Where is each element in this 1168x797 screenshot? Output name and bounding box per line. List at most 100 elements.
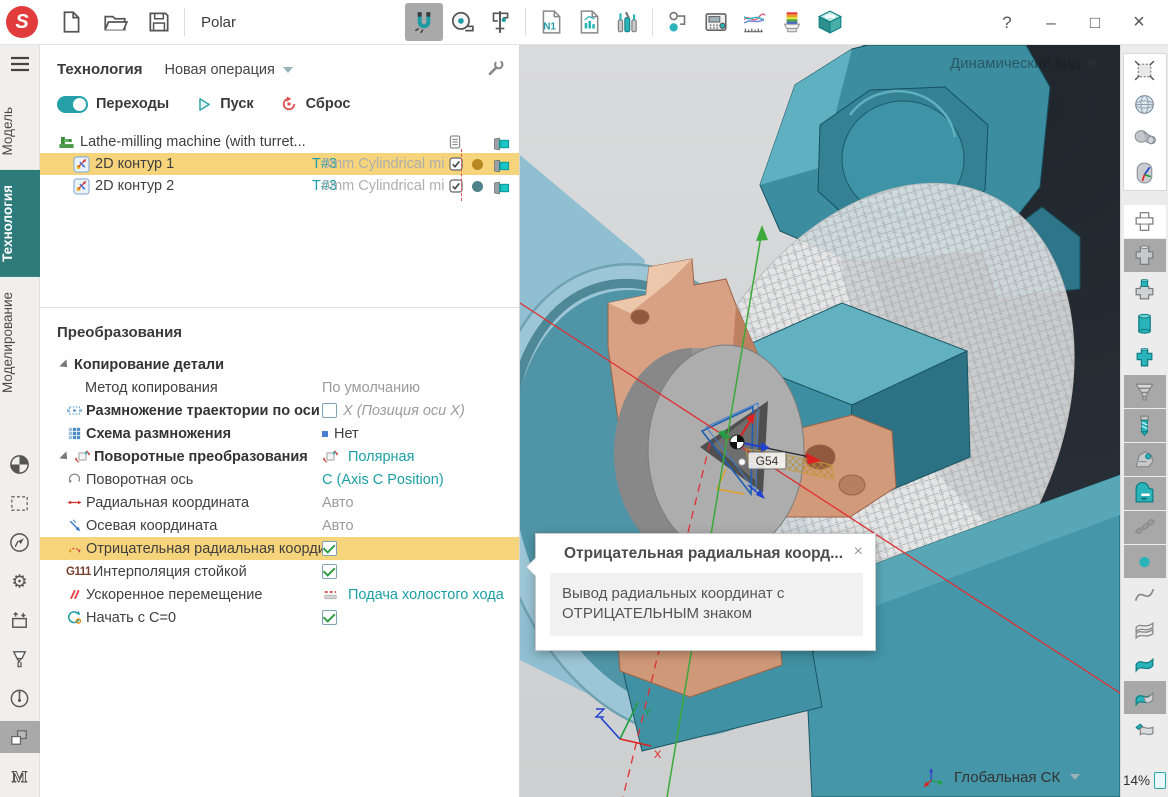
rotary-transform-icon: [322, 448, 339, 465]
param-row[interactable]: Отрицательная радиальная координ: [40, 537, 519, 560]
layers-stack-icon[interactable]: [773, 3, 811, 41]
new-operation-dropdown[interactable]: Новая операция: [164, 62, 292, 78]
magnet-snap-icon[interactable]: [405, 3, 443, 41]
open-folder-icon[interactable]: [96, 3, 134, 41]
operation-name: 2D контур 2: [95, 178, 174, 194]
fixture-icon[interactable]: [1124, 375, 1166, 408]
tree-row-operation[interactable]: 2D контур 1 T#3 6mm Cylindrical mill: [40, 153, 519, 175]
fit-view-icon[interactable]: [1124, 54, 1166, 87]
param-value[interactable]: Полярная: [348, 449, 414, 465]
machine-icon: [57, 133, 76, 151]
caliper-icon[interactable]: [481, 3, 519, 41]
curve-display-icon[interactable]: [1124, 579, 1166, 612]
view-part-icon[interactable]: [1124, 122, 1166, 155]
measure-tape-icon[interactable]: [443, 3, 481, 41]
minimize-button[interactable]: –: [1036, 8, 1066, 38]
machine-node-icon[interactable]: [659, 3, 697, 41]
view-sphere-icon[interactable]: [1124, 88, 1166, 121]
viewport-3d[interactable]: G54 Y X Динамический вид Отрицательная р…: [520, 45, 1120, 797]
sidebar-tab-technology[interactable]: Технология: [0, 170, 40, 277]
surface-shaded-icon[interactable]: [1124, 681, 1166, 714]
close-button[interactable]: ×: [1124, 8, 1154, 38]
graph-curves-icon[interactable]: [735, 3, 773, 41]
param-value[interactable]: Авто: [322, 518, 354, 534]
flag-display-icon[interactable]: [1124, 715, 1166, 748]
selection-frame-icon[interactable]: [0, 487, 40, 519]
gauge-dial-icon[interactable]: [0, 682, 40, 714]
param-label: Метод копирования: [85, 380, 218, 396]
run-button[interactable]: Пуск: [195, 96, 253, 113]
tool-display-icon[interactable]: [1124, 409, 1166, 442]
svg-text:M: M: [12, 767, 27, 786]
param-row[interactable]: Ускоренное перемещение Подача холостого х…: [40, 583, 519, 606]
tree-row-machine[interactable]: Lathe-milling machine (with turret...: [40, 131, 519, 153]
param-row[interactable]: Начать с C=0: [40, 606, 519, 629]
tooltip-body: Вывод радиальных координат с ОТРИЦАТЕЛЬН…: [550, 573, 863, 636]
array-by-axis-icon: [66, 402, 83, 419]
surface-wire-icon[interactable]: [1124, 613, 1166, 646]
stock-wireframe-icon[interactable]: [1124, 205, 1166, 238]
help-button[interactable]: ?: [992, 8, 1022, 38]
part-solid-icon[interactable]: [1124, 341, 1166, 374]
param-checkbox[interactable]: [322, 610, 337, 625]
status-dot: [472, 181, 483, 192]
settings-gear-icon[interactable]: ⚙: [0, 565, 40, 597]
transforms-squares-icon[interactable]: [0, 721, 40, 753]
transitions-toggle[interactable]: Переходы: [57, 96, 169, 113]
chevron-expanded-icon[interactable]: [59, 359, 70, 370]
point-display-icon[interactable]: [1124, 545, 1166, 578]
param-row[interactable]: G111Интерполяция стойкой: [40, 560, 519, 583]
machine-head-icon[interactable]: [1124, 443, 1166, 476]
tooltip-close-icon[interactable]: ×: [852, 545, 865, 559]
settings-wrench-icon[interactable]: [485, 58, 505, 81]
param-checkbox[interactable]: [322, 564, 337, 579]
stock-box-icon[interactable]: [0, 604, 40, 636]
part-stock-icon[interactable]: [1124, 273, 1166, 306]
param-value[interactable]: C (Axis C Position): [322, 472, 444, 488]
param-row[interactable]: Копирование детали: [40, 353, 519, 376]
param-value[interactable]: По умолчанию: [322, 380, 420, 396]
control-panel-icon[interactable]: [697, 3, 735, 41]
new-document-icon[interactable]: [52, 3, 90, 41]
chevron-expanded-icon[interactable]: [59, 451, 70, 462]
param-row[interactable]: Размножение траектории по осиX (Позиция …: [40, 399, 519, 422]
reset-button[interactable]: Сброс: [280, 95, 351, 113]
sidebar-tab-simulation[interactable]: Моделирование: [0, 277, 40, 408]
view-mode-dropdown[interactable]: Динамический вид: [950, 55, 1098, 72]
maximize-button[interactable]: □: [1080, 8, 1110, 38]
stock-cylinder-icon[interactable]: [1124, 307, 1166, 340]
toolpath-hatch-icon[interactable]: [1124, 511, 1166, 544]
compass-icon[interactable]: [0, 526, 40, 558]
param-value[interactable]: Нет: [334, 426, 359, 442]
coordinate-system-selector[interactable]: Глобальная СК: [954, 769, 1060, 786]
param-checkbox[interactable]: [322, 541, 337, 556]
stock-solid-icon[interactable]: [1124, 239, 1166, 272]
tool-library-icon[interactable]: [608, 3, 646, 41]
countersink-tool-icon[interactable]: [0, 643, 40, 675]
param-row[interactable]: Осевая координатаАвто: [40, 514, 519, 537]
view-part-cs-icon[interactable]: [1124, 156, 1166, 189]
toggle-on-icon[interactable]: [57, 96, 88, 113]
nc-program-icon[interactable]: N1: [532, 3, 570, 41]
sidebar-tab-model[interactable]: Модель: [0, 92, 40, 170]
hamburger-menu-icon[interactable]: [9, 55, 31, 76]
report-chart-icon[interactable]: [570, 3, 608, 41]
comment-icon[interactable]: [447, 134, 463, 150]
param-value[interactable]: X (Позиция оси X): [343, 403, 465, 419]
surface-teal-icon[interactable]: [1124, 647, 1166, 680]
param-row[interactable]: Радиальная координатаАвто: [40, 491, 519, 514]
param-value[interactable]: Авто: [322, 495, 354, 511]
param-row[interactable]: Метод копирования По умолчанию: [40, 376, 519, 399]
simulation-box-icon[interactable]: [811, 3, 849, 41]
workpiece-quadrant-icon[interactable]: [0, 448, 40, 480]
machine-solid-icon[interactable]: [1124, 477, 1166, 510]
param-label: Ускоренное перемещение: [86, 587, 262, 603]
param-row[interactable]: Схема размноженияНет: [40, 422, 519, 445]
macro-m-icon[interactable]: M: [0, 760, 40, 792]
param-row[interactable]: Поворотные преобразованияПолярная: [40, 445, 519, 468]
param-row[interactable]: Поворотная осьC (Axis C Position): [40, 468, 519, 491]
save-document-icon[interactable]: [140, 3, 178, 41]
param-checkbox[interactable]: [322, 403, 337, 418]
tree-row-operation[interactable]: 2D контур 2 T#3 6mm Cylindrical mill: [40, 175, 519, 197]
param-value[interactable]: Подача холостого хода: [348, 587, 504, 603]
